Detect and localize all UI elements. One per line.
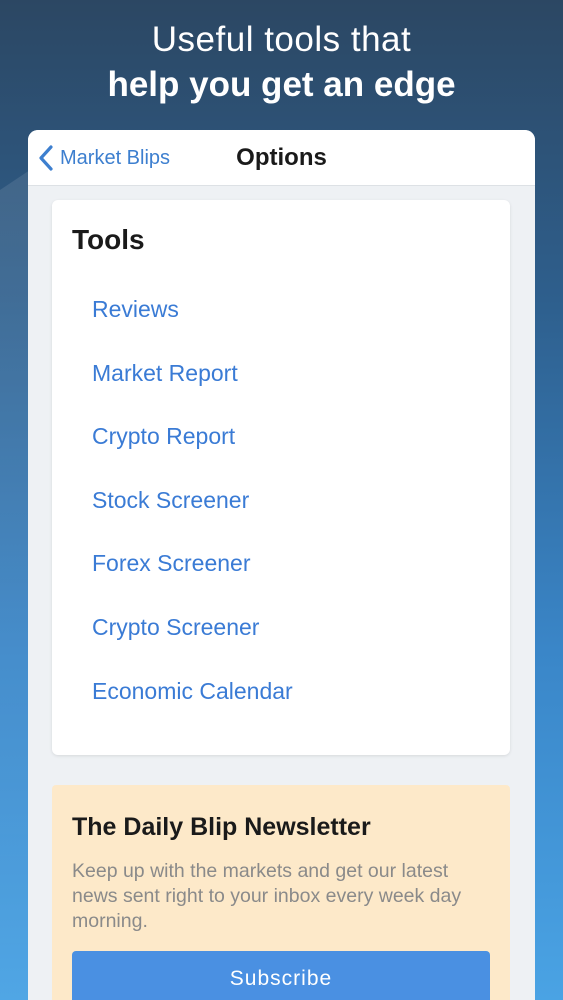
subscribe-button[interactable]: Subscribe: [72, 951, 490, 1000]
headline-line-2: help you get an edge: [107, 65, 456, 104]
newsletter-title: The Daily Blip Newsletter: [72, 813, 371, 841]
page-title: Options: [236, 144, 327, 171]
promo-headline: Useful tools that help you get an edge: [0, 18, 563, 108]
navigation-bar: Market Blips Options: [28, 130, 535, 186]
tools-list: Reviews Market Report Crypto Report Stoc…: [92, 295, 293, 740]
tools-card: Tools Reviews Market Report Crypto Repor…: [52, 200, 510, 755]
tool-link-forex-screener[interactable]: Forex Screener: [92, 549, 293, 613]
tool-link-crypto-report[interactable]: Crypto Report: [92, 422, 293, 486]
app-screen: Market Blips Options Tools Reviews Marke…: [28, 130, 535, 1000]
tool-link-economic-calendar[interactable]: Economic Calendar: [92, 677, 293, 741]
headline-line-1: Useful tools that: [151, 20, 412, 59]
newsletter-description: Keep up with the markets and get our lat…: [72, 860, 462, 932]
tool-link-crypto-screener[interactable]: Crypto Screener: [92, 613, 293, 677]
tool-link-stock-screener[interactable]: Stock Screener: [92, 486, 293, 550]
tool-link-reviews[interactable]: Reviews: [92, 295, 293, 359]
tool-link-market-report[interactable]: Market Report: [92, 359, 293, 423]
newsletter-card: The Daily Blip Newsletter Keep up with t…: [52, 785, 510, 1000]
tools-heading: Tools: [72, 224, 145, 255]
